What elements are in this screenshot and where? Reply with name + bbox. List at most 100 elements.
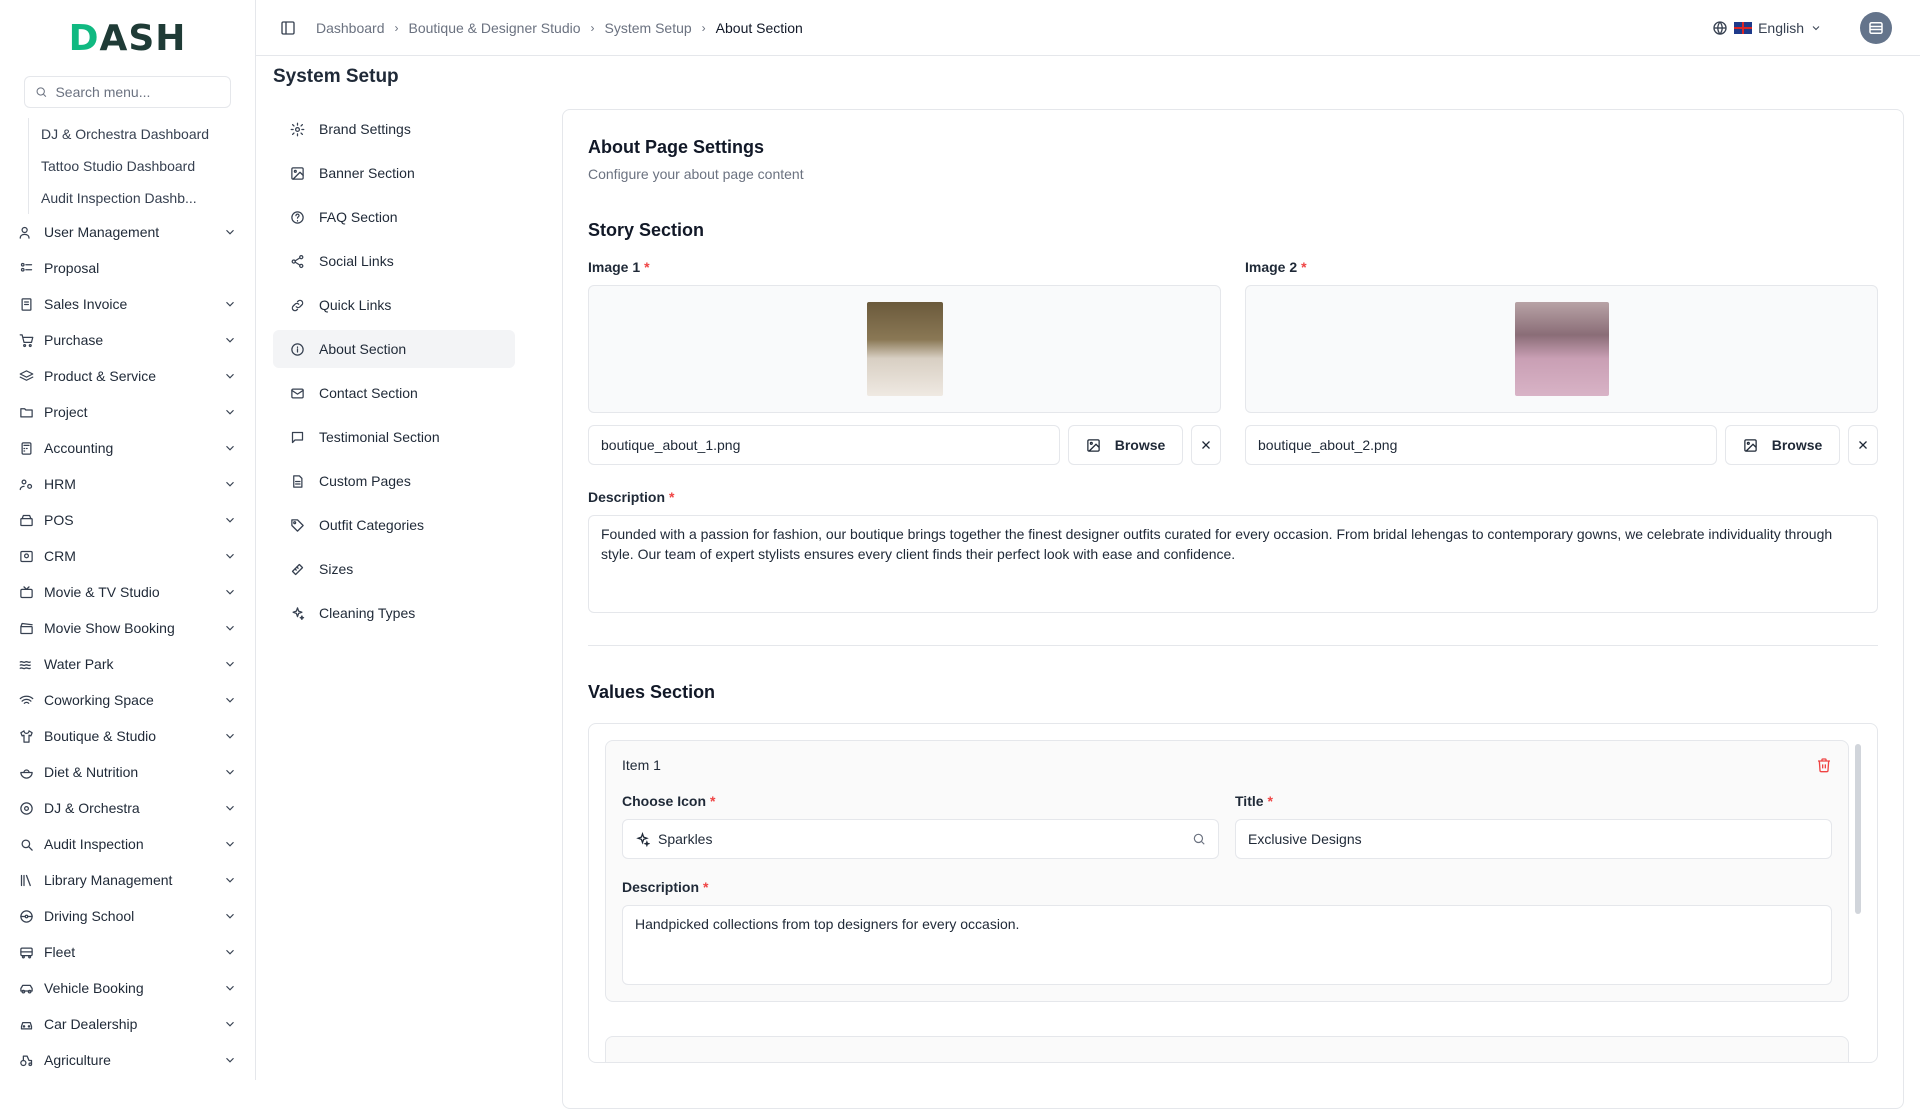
sidebar-item-label: Purchase <box>44 332 104 348</box>
sidebar-item-dj-orchestra[interactable]: DJ & Orchestra <box>0 790 255 826</box>
crm-icon <box>18 548 34 564</box>
image1-clear-button[interactable] <box>1191 425 1221 465</box>
trash-icon[interactable] <box>1816 757 1832 773</box>
sidebar-item-movie-show-booking[interactable]: Movie Show Booking <box>0 610 255 646</box>
sidebar-toggle-button[interactable] <box>274 14 302 42</box>
icon-picker[interactable]: Sparkles <box>622 819 1219 859</box>
globe-icon <box>1713 20 1727 35</box>
sidebar-item-project[interactable]: Project <box>0 394 255 430</box>
settings-nav-custom-pages[interactable]: Custom Pages <box>273 462 515 500</box>
chevron-down-icon <box>223 441 237 455</box>
sidebar-item-vehicle-booking[interactable]: Vehicle Booking <box>0 970 255 1006</box>
car-front-icon <box>18 1016 34 1032</box>
settings-nav-social-links[interactable]: Social Links <box>273 242 515 280</box>
calculator-icon <box>18 440 34 456</box>
sub-item-dj-dashboard[interactable]: DJ & Orchestra Dashboard <box>29 118 255 150</box>
story-description-textarea[interactable]: Founded with a passion for fashion, our … <box>588 515 1878 613</box>
sidebar-item-diet-nutrition[interactable]: Diet & Nutrition <box>0 754 255 790</box>
settings-nav-quick-links[interactable]: Quick Links <box>273 286 515 324</box>
language-selector[interactable]: English <box>1712 20 1822 36</box>
settings-nav-faq-section[interactable]: FAQ Section <box>273 198 515 236</box>
settings-nav-outfit-categories[interactable]: Outfit Categories <box>273 506 515 544</box>
ruler-icon <box>289 561 305 577</box>
sidebar-item-movie-tv-studio[interactable]: Movie & TV Studio <box>0 574 255 610</box>
close-icon <box>1202 441 1210 449</box>
image2-browse-button[interactable]: Browse <box>1725 425 1840 465</box>
mail-icon <box>289 385 305 401</box>
hrm-icon <box>18 476 34 492</box>
wifi-icon <box>18 692 34 708</box>
sub-item-audit-dashboard[interactable]: Audit Inspection Dashb... <box>29 182 255 214</box>
settings-nav-label: About Section <box>319 341 407 357</box>
sidebar-item-label: Boutique & Studio <box>44 728 157 744</box>
sidebar-item-sales-invoice[interactable]: Sales Invoice <box>0 286 255 322</box>
avatar[interactable] <box>1860 11 1892 44</box>
sidebar-item-label: Product & Service <box>44 368 157 384</box>
sidebar-item-audit-inspection[interactable]: Audit Inspection <box>0 826 255 862</box>
value-title-input[interactable]: Exclusive Designs <box>1235 819 1832 859</box>
settings-nav-banner-section[interactable]: Banner Section <box>273 154 515 192</box>
sidebar-item-coworking-space[interactable]: Coworking Space <box>0 682 255 718</box>
sub-item-tattoo-dashboard[interactable]: Tattoo Studio Dashboard <box>29 150 255 182</box>
tag-icon <box>289 517 305 533</box>
sidebar-item-fleet[interactable]: Fleet <box>0 934 255 970</box>
link-icon <box>289 297 305 313</box>
sidebar-item-label: Diet & Nutrition <box>44 764 139 780</box>
settings-nav-brand-settings[interactable]: Brand Settings <box>273 110 515 148</box>
sidebar-item-purchase[interactable]: Purchase <box>0 322 255 358</box>
image1-browse-button[interactable]: Browse <box>1068 425 1183 465</box>
image1-label: Image 1 * <box>588 259 650 275</box>
sidebar-item-crm[interactable]: CRM <box>0 538 255 574</box>
sidebar-nav: User Management Proposal Sales Invoice Purc… <box>0 214 255 1078</box>
settings-nav-contact-section[interactable]: Contact Section <box>273 374 515 412</box>
file-icon <box>289 473 305 489</box>
image2-filename-input[interactable]: boutique_about_2.png <box>1245 425 1717 465</box>
values-section-title: Values Section <box>588 682 716 702</box>
help-circle-icon <box>289 209 305 225</box>
sidebar-item-accounting[interactable]: Accounting <box>0 430 255 466</box>
sidebar-search[interactable] <box>24 76 231 108</box>
sidebar-item-label: Coworking Space <box>44 692 154 708</box>
chevron-down-icon <box>223 981 237 995</box>
values-scrollbar[interactable] <box>1855 744 1861 914</box>
settings-nav-label: Testimonial Section <box>319 429 440 445</box>
search-icon <box>36 87 47 98</box>
proposal-icon <box>18 260 34 276</box>
sidebar-item-driving-school[interactable]: Driving School <box>0 898 255 934</box>
library-icon <box>18 872 34 888</box>
settings-nav-cleaning-types[interactable]: Cleaning Types <box>273 594 515 632</box>
chevron-down-icon <box>223 837 237 851</box>
breadcrumb-system-setup[interactable]: System Setup <box>605 20 692 36</box>
settings-nav-testimonial-section[interactable]: Testimonial Section <box>273 418 515 456</box>
logo[interactable]: DASH <box>0 0 255 76</box>
sidebar-search-input[interactable] <box>55 84 220 100</box>
breadcrumb-current: About Section <box>715 19 803 36</box>
sidebar-item-water-park[interactable]: Water Park <box>0 646 255 682</box>
image2-clear-button[interactable] <box>1848 425 1878 465</box>
cart-icon <box>18 332 34 348</box>
about-settings-card: About Page Settings Configure your about… <box>562 109 1904 1109</box>
sidebar-item-label: User Management <box>44 224 160 240</box>
settings-nav-about-section[interactable]: About Section <box>273 330 515 368</box>
sidebar-item-pos[interactable]: POS <box>0 502 255 538</box>
sidebar-item-library-management[interactable]: Library Management <box>0 862 255 898</box>
value-description-textarea[interactable]: Handpicked collections from top designer… <box>622 905 1832 985</box>
sidebar-item-label: Water Park <box>44 656 114 672</box>
sidebar-item-boutique-studio[interactable]: Boutique & Studio <box>0 718 255 754</box>
search-doc-icon <box>18 836 34 852</box>
breadcrumb-boutique[interactable]: Boutique & Designer Studio <box>409 20 581 36</box>
sidebar-item-user-management[interactable]: User Management <box>0 214 255 250</box>
chevron-down-icon <box>223 657 237 671</box>
image1-filename-input[interactable]: boutique_about_1.png <box>588 425 1060 465</box>
sidebar-item-agriculture[interactable]: Agriculture <box>0 1042 255 1078</box>
chevron-down-icon <box>223 621 237 635</box>
sidebar-item-product-service[interactable]: Product & Service <box>0 358 255 394</box>
settings-nav-label: Cleaning Types <box>319 605 416 621</box>
settings-nav-sizes[interactable]: Sizes <box>273 550 515 588</box>
sidebar-item-car-dealership[interactable]: Car Dealership <box>0 1006 255 1042</box>
sidebar-item-proposal[interactable]: Proposal <box>0 250 255 286</box>
values-items-container: Item 1 Choose Icon * Sparkles Title * Excl… <box>588 723 1878 1063</box>
sidebar-item-hrm[interactable]: HRM <box>0 466 255 502</box>
breadcrumb-dashboard[interactable]: Dashboard <box>316 20 385 36</box>
section-divider <box>588 645 1878 646</box>
